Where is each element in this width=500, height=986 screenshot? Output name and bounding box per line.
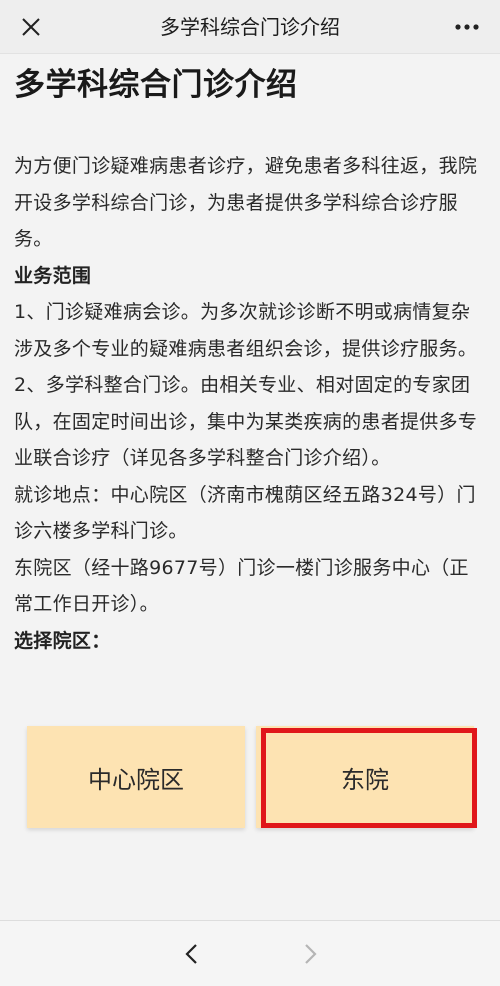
topbar-title: 多学科综合门诊介绍 <box>160 15 340 39</box>
scope-heading: 业务范围 <box>14 264 92 287</box>
more-button[interactable] <box>450 12 484 42</box>
scope-item-2: 2、多学科整合门诊。由相关专业、相对固定的专家团队，在固定时间出诊，集中为某类疾… <box>14 374 478 469</box>
choose-campus-label: 选择院区： <box>14 629 111 652</box>
close-button[interactable] <box>14 10 48 44</box>
center-campus-button[interactable]: 中心院区 <box>27 726 245 828</box>
more-horizontal-icon <box>455 24 479 30</box>
article-body: 为方便门诊疑难病患者诊疗，避免患者多科往返，我院开设多学科综合门诊，为患者提供多… <box>14 148 486 659</box>
scope-item-1: 1、门诊疑难病会诊。为多次就诊诊断不明或病情复杂涉及多个专业的疑难病患者组织会诊… <box>14 301 478 360</box>
page-title: 多学科综合门诊介绍 <box>14 67 298 103</box>
chevron-left-icon <box>185 944 197 964</box>
top-navigation-bar: 多学科综合门诊介绍 <box>0 0 500 54</box>
bottom-navigation-bar <box>0 920 500 986</box>
chevron-right-icon <box>305 944 317 964</box>
east-campus-button[interactable]: 东院 <box>256 726 474 828</box>
forward-button[interactable] <box>294 937 328 971</box>
campus-selector: 中心院区 东院 <box>0 726 500 828</box>
location-east: 东院区（经十路9677号）门诊一楼门诊服务中心（正常工作日开诊）。 <box>14 556 469 616</box>
article-content: 多学科综合门诊介绍 为方便门诊疑难病患者诊疗，避免患者多科往返，我院开设多学科综… <box>0 54 500 920</box>
intro-paragraph: 为方便门诊疑难病患者诊疗，避免患者多科往返，我院开设多学科综合门诊，为患者提供多… <box>14 155 478 250</box>
back-button[interactable] <box>174 937 208 971</box>
close-icon <box>22 18 40 36</box>
location-main: 就诊地点：中心院区（济南市槐荫区经五路324号）门诊六楼多学科门诊。 <box>14 483 476 543</box>
